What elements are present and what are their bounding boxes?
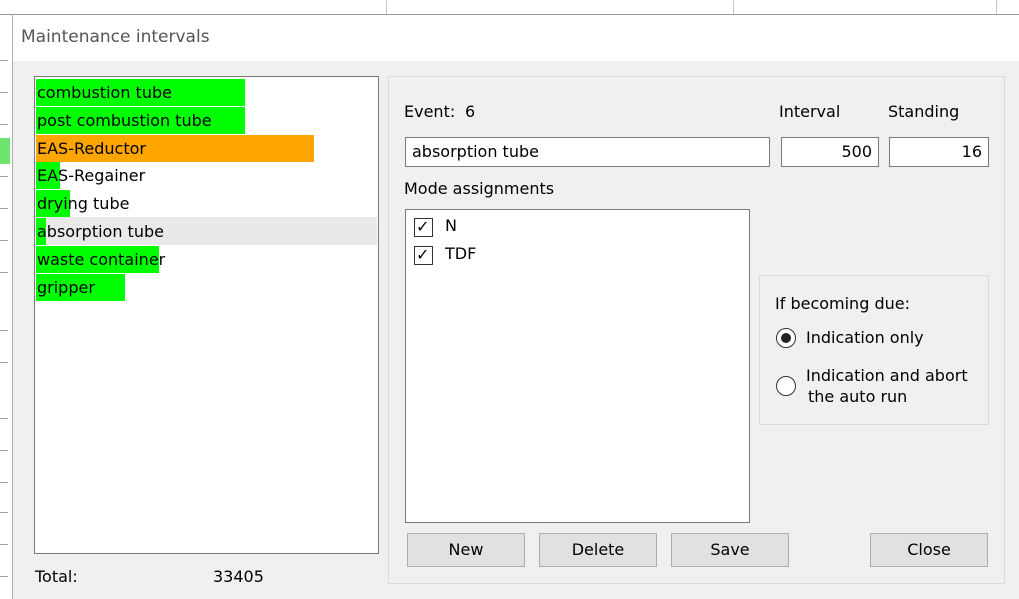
event-label: Event: <box>404 102 456 121</box>
background-tick <box>0 512 8 513</box>
standing-label: Standing <box>888 102 960 121</box>
background-tick <box>0 450 8 451</box>
list-item-label: absorption tube <box>37 222 164 241</box>
close-button[interactable]: Close <box>870 533 988 567</box>
dialog-title: Maintenance intervals <box>21 27 210 47</box>
background-tick <box>0 60 8 61</box>
event-name-field[interactable]: absorption tube <box>405 137 770 167</box>
maintenance-intervals-dialog: Maintenance intervals combustion tube pos… <box>12 15 1019 599</box>
background-tick <box>0 418 8 419</box>
interval-label: Interval <box>779 102 841 121</box>
background-tick <box>0 272 8 273</box>
list-item[interactable]: absorption tube <box>36 217 377 245</box>
background-tick <box>0 330 8 331</box>
mode-assignments-label: Mode assignments <box>404 179 555 198</box>
background-tick <box>0 544 8 545</box>
list-item-label: EAS-Regainer <box>37 166 146 186</box>
indication-only-label[interactable]: Indication only <box>806 328 924 347</box>
indication-only-radio[interactable] <box>776 328 796 348</box>
list-item[interactable]: gripper <box>36 273 377 301</box>
indication-abort-label-line1[interactable]: Indication and abort <box>806 366 968 385</box>
event-number: 6 <box>465 102 476 121</box>
event-detail-panel: Event: 6 Interval Standing absorption tu… <box>388 76 1005 584</box>
mode-tdf-label: TDF <box>445 244 477 263</box>
background-tick <box>0 208 8 209</box>
delete-button[interactable]: Delete <box>539 533 657 567</box>
indication-abort-radio[interactable] <box>776 376 796 396</box>
background-separator <box>733 0 734 14</box>
list-item[interactable]: post combustion tube <box>36 106 377 134</box>
background-tick <box>0 576 8 577</box>
event-list[interactable]: combustion tube post combustion tube EAS-R… <box>34 76 379 554</box>
standing-field[interactable]: 16 <box>889 137 989 167</box>
title-bar[interactable]: Maintenance intervals <box>13 15 1019 61</box>
background-tick <box>0 124 8 125</box>
total-value: 33405 <box>213 567 264 586</box>
background-tick <box>0 482 8 483</box>
background-tick <box>0 240 8 241</box>
list-item[interactable]: combustion tube <box>36 78 377 106</box>
background-separator <box>996 0 997 14</box>
mode-n-label: N <box>445 216 457 235</box>
total-label: Total: <box>35 567 78 586</box>
save-button[interactable]: Save <box>671 533 789 567</box>
background-tick <box>0 176 8 177</box>
indication-abort-label-line2[interactable]: the auto run <box>808 387 907 406</box>
list-item[interactable]: EAS-Regainer <box>36 161 377 190</box>
background-tick <box>0 92 8 93</box>
background-highlight <box>0 138 10 164</box>
check-icon: ✓ <box>416 217 430 236</box>
due-options-group: If becoming due: Indication only Indicat… <box>759 275 989 425</box>
radio-selected-dot <box>781 333 791 343</box>
check-icon: ✓ <box>416 245 430 264</box>
list-item-label: post combustion tube <box>37 110 212 130</box>
list-item-label: combustion tube <box>37 83 172 102</box>
list-item[interactable]: EAS-Reductor <box>36 134 377 162</box>
new-button[interactable]: New <box>407 533 525 567</box>
due-heading: If becoming due: <box>775 294 910 313</box>
mode-assignments-list[interactable]: ✓ N ✓ TDF <box>405 209 750 523</box>
list-item-label: drying tube <box>37 194 130 214</box>
list-item-label: gripper <box>37 277 95 297</box>
list-item[interactable]: drying tube <box>36 189 377 218</box>
background-tick <box>0 362 8 363</box>
list-item[interactable]: waste container <box>36 245 377 273</box>
background-window-edge <box>0 0 12 599</box>
mode-tdf-checkbox[interactable]: ✓ <box>414 245 433 265</box>
list-item-label: waste container <box>37 249 166 269</box>
background-separator <box>386 0 387 14</box>
mode-n-checkbox[interactable]: ✓ <box>414 217 433 237</box>
list-item-label: EAS-Reductor <box>37 138 146 158</box>
interval-field[interactable]: 500 <box>781 137 879 167</box>
